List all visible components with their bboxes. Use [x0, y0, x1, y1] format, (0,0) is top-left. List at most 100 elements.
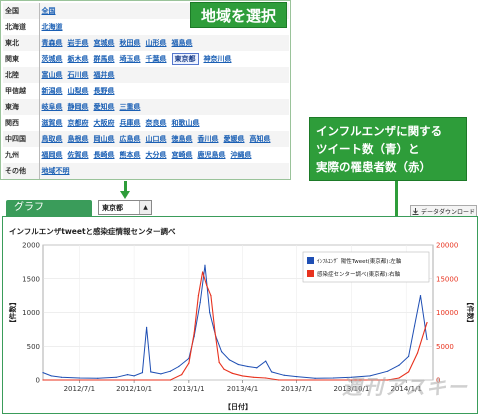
- series-patients-point: [169, 379, 172, 381]
- prefecture-link[interactable]: 大阪府: [94, 118, 115, 128]
- series-tweets-point: [204, 264, 206, 266]
- prefecture-link[interactable]: 宮城県: [94, 38, 115, 48]
- prefecture-link[interactable]: 沖縄県: [231, 150, 252, 160]
- prefecture-link[interactable]: 千葉県: [146, 54, 167, 64]
- prefecture-link[interactable]: 徳島県: [172, 134, 193, 144]
- select-region-callout-text: 地域を選択: [200, 6, 276, 25]
- region-prefectures: 富山県 石川県 福井県: [38, 67, 289, 83]
- prefecture-link[interactable]: 山梨県: [68, 86, 89, 96]
- region-prefectures: 岐阜県 静岡県 愛知県 三重県: [38, 99, 289, 115]
- series-patients-point: [265, 377, 267, 379]
- prefecture-link[interactable]: 京都府: [68, 118, 89, 128]
- prefecture-link[interactable]: 秋田県: [120, 38, 141, 48]
- prefecture-link[interactable]: 茨城県: [42, 54, 63, 64]
- region-select-value: 東京都: [102, 203, 123, 212]
- prefecture-link[interactable]: 福島県: [172, 38, 193, 48]
- region-row: 九州 福岡県 佐賀県 長崎県 熊本県 大分県 宮崎県 鹿児島県 沖縄県: [3, 147, 289, 163]
- series-patients-point: [223, 368, 225, 370]
- prefecture-link[interactable]: 広島県: [120, 134, 141, 144]
- prefecture-link[interactable]: 福井県: [94, 70, 115, 80]
- region-table: 全国 全国 北海道 北海道 東北 青森県 岩手県 宮城県 秋田県 山形県 福島県 関東 茨城県 栃木県 群馬…: [3, 3, 289, 179]
- twitter-callout-line-2: ツイート数（青）と: [316, 142, 420, 156]
- prefecture-link[interactable]: 長野県: [94, 86, 115, 96]
- prefecture-link[interactable]: 地域不明: [42, 166, 70, 176]
- prefecture-link[interactable]: 高知県: [250, 134, 271, 144]
- watermark-text: 週刊アスキー: [342, 375, 468, 399]
- region-name: 全国: [3, 3, 39, 19]
- series-patients-point: [197, 295, 200, 297]
- prefecture-link[interactable]: 鳥取県: [42, 134, 63, 144]
- region-prefectures: 茨城県 栃木県 群馬県 埼玉県 千葉県 東京都 神奈川県: [38, 51, 289, 67]
- series-patients-point: [231, 372, 233, 374]
- series-tweets-point: [247, 365, 249, 368]
- prefecture-link[interactable]: 滋賀県: [42, 118, 63, 128]
- prefecture-link[interactable]: 和歌山県: [172, 118, 200, 128]
- prefecture-link[interactable]: 山形県: [146, 38, 167, 48]
- prefecture-link[interactable]: 福岡県: [42, 150, 63, 160]
- twitter-callout: インフルエンザに関する ツイート数（青）と 実際の罹患者数（赤）: [309, 117, 467, 181]
- series-tweets-point: [419, 295, 422, 297]
- prefecture-link[interactable]: 新潟県: [42, 86, 63, 96]
- y-right-axis-label: 【件数】: [466, 299, 475, 327]
- prefecture-link[interactable]: 富山県: [42, 70, 63, 80]
- series-tweets-point: [265, 360, 267, 362]
- y-right-tick-label: 15000: [436, 275, 458, 283]
- prefecture-link[interactable]: 山口県: [146, 134, 167, 144]
- prefecture-link[interactable]: 大分県: [146, 150, 167, 160]
- tab-graph[interactable]: グラフ: [6, 200, 92, 216]
- prefecture-link[interactable]: 島根県: [68, 134, 89, 144]
- y-right-tick-label: 5000: [436, 343, 454, 351]
- prefecture-link[interactable]: 長崎県: [94, 150, 115, 160]
- prefecture-link[interactable]: 埼玉県: [120, 54, 141, 64]
- series-tweets-point: [398, 364, 400, 366]
- series-tweets-point: [413, 325, 416, 327]
- region-select[interactable]: 東京都 ▲: [98, 200, 152, 215]
- prefecture-link[interactable]: 岐阜県: [42, 102, 63, 112]
- chart-title: インフルエンザtweetと感染症情報センター調べ: [9, 226, 176, 236]
- series-tweets-point: [97, 377, 99, 379]
- prefecture-link[interactable]: 佐賀県: [68, 150, 89, 160]
- prefecture-link-selected[interactable]: 東京都: [171, 53, 199, 65]
- prefecture-link[interactable]: 宮崎県: [172, 150, 193, 160]
- region-row: 関西 滋賀県 京都府 大阪府 兵庫県 奈良県 和歌山県: [3, 115, 289, 131]
- series-patients-point: [181, 374, 183, 376]
- series-tweets-point: [115, 376, 117, 378]
- series-tweets-point: [209, 311, 211, 314]
- prefecture-link[interactable]: 北海道: [42, 22, 63, 32]
- prefecture-link[interactable]: 石川県: [68, 70, 89, 80]
- series-tweets-point: [50, 375, 52, 377]
- prefecture-link[interactable]: 全国: [42, 6, 56, 16]
- prefecture-link[interactable]: 岡山県: [94, 134, 115, 144]
- series-tweets-point: [150, 371, 152, 373]
- region-name: 北海道: [5, 23, 26, 31]
- series-tweets-point: [169, 370, 172, 372]
- x-tick-label: 2012/7/1: [64, 385, 95, 393]
- prefecture-link[interactable]: 鹿児島県: [198, 150, 226, 160]
- prefecture-link[interactable]: 愛媛県: [224, 134, 245, 144]
- prefecture-link[interactable]: 青森県: [42, 38, 63, 48]
- prefecture-link[interactable]: 熊本県: [120, 150, 141, 160]
- legend-swatch-patients: [307, 270, 314, 277]
- prefecture-link[interactable]: 愛知県: [94, 102, 115, 112]
- region-prefectures: 地域不明: [38, 163, 289, 179]
- prefecture-link[interactable]: 香川県: [198, 134, 219, 144]
- prefecture-link[interactable]: 神奈川県: [204, 54, 232, 64]
- y-left-tick-label: 0: [36, 377, 40, 385]
- legend-label-tweets: ｲﾝﾌﾙｴﾝｻﾞ 陽性Tweet(東京都):左軸: [317, 257, 402, 265]
- prefecture-link[interactable]: 岩手県: [68, 38, 89, 48]
- prefecture-link[interactable]: 奈良県: [146, 118, 167, 128]
- region-row: 東海 岐阜県 静岡県 愛知県 三重県: [3, 99, 289, 115]
- prefecture-link[interactable]: 三重県: [120, 102, 141, 112]
- y-left-tick-label: 1500: [22, 275, 40, 283]
- series-patients-point: [210, 295, 212, 297]
- prefecture-link[interactable]: 兵庫県: [120, 118, 141, 128]
- prefecture-link[interactable]: 群馬県: [94, 54, 115, 64]
- series-patients-point: [201, 271, 204, 273]
- prefecture-link[interactable]: 静岡県: [68, 102, 89, 112]
- legend-swatch-tweets: [307, 257, 314, 264]
- region-row: 東北 青森県 岩手県 宮城県 秋田県 山形県 福島県: [3, 35, 289, 51]
- x-tick-label: 2013/1/1: [173, 385, 204, 393]
- prefecture-link[interactable]: 栃木県: [68, 54, 89, 64]
- region-prefectures: 青森県 岩手県 宮城県 秋田県 山形県 福島県: [38, 35, 289, 51]
- series-patients-point: [188, 362, 190, 364]
